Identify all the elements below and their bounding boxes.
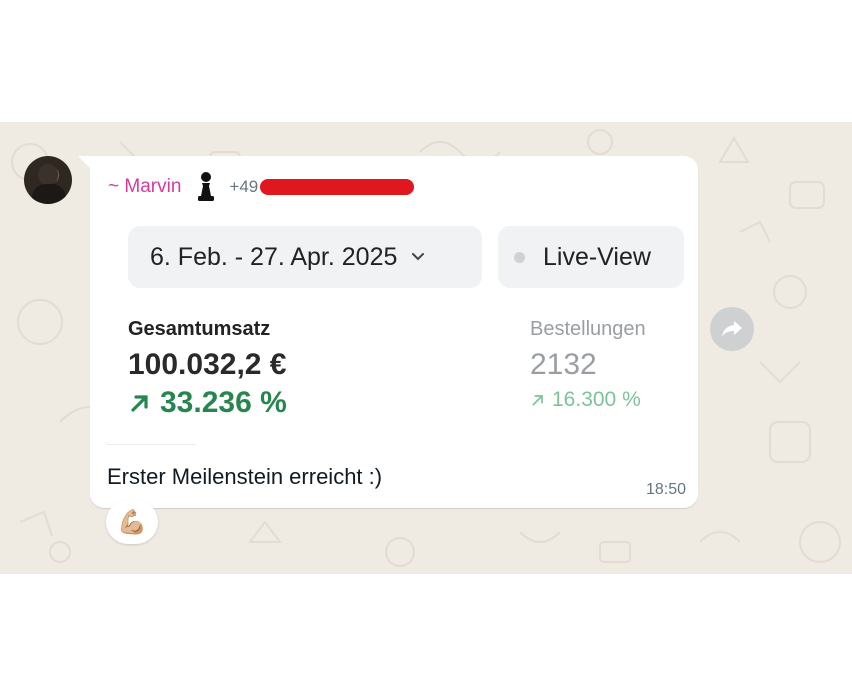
sender-phone: +49 [229, 177, 259, 196]
live-status-dot [514, 251, 525, 263]
chess-pawn-icon [198, 172, 215, 201]
forward-arrow-icon [722, 321, 742, 337]
message-caption: Erster Meilenstein erreicht :) [107, 464, 383, 489]
sender-name[interactable]: ~ Marvin [108, 176, 181, 198]
metric-revenue-value: 100.032,2 € [128, 348, 287, 381]
sender-row: ~ Marvin +49 [108, 172, 415, 201]
image-caption-divider [106, 444, 196, 445]
metric-orders-label: Bestellungen [530, 318, 646, 340]
forward-button[interactable] [710, 307, 754, 351]
message-bubble[interactable]: ~ Marvin +49 6. Feb. - 27. Apr. 2025 Liv… [90, 156, 698, 508]
metric-orders-change: 16.300 % [530, 388, 641, 412]
message-timestamp: 18:50 [645, 481, 686, 498]
metric-revenue-change-value: 33.236 % [160, 386, 287, 419]
live-view-label: Live-View [543, 242, 651, 271]
metric-orders-change-value: 16.300 % [552, 388, 641, 411]
phone-redaction [260, 179, 415, 195]
arrow-up-right-icon [532, 395, 543, 406]
date-range-selector[interactable]: 6. Feb. - 27. Apr. 2025 [128, 226, 482, 288]
date-range-label: 6. Feb. - 27. Apr. 2025 [150, 242, 398, 271]
live-view-button[interactable]: Live-View [498, 226, 684, 288]
sender-avatar[interactable] [24, 156, 72, 204]
avatar-head [38, 164, 58, 186]
reaction-badge[interactable]: 💪🏼 [106, 500, 158, 544]
arrow-up-right-icon [131, 395, 148, 412]
metric-revenue-change: 33.236 % [128, 386, 287, 420]
avatar-body [32, 184, 66, 204]
chevron-down-icon [412, 253, 425, 261]
flexed-biceps-emoji: 💪🏼 [117, 508, 147, 536]
metric-orders-value: 2132 [530, 348, 597, 381]
metric-revenue-label: Gesamtumsatz [128, 318, 271, 340]
